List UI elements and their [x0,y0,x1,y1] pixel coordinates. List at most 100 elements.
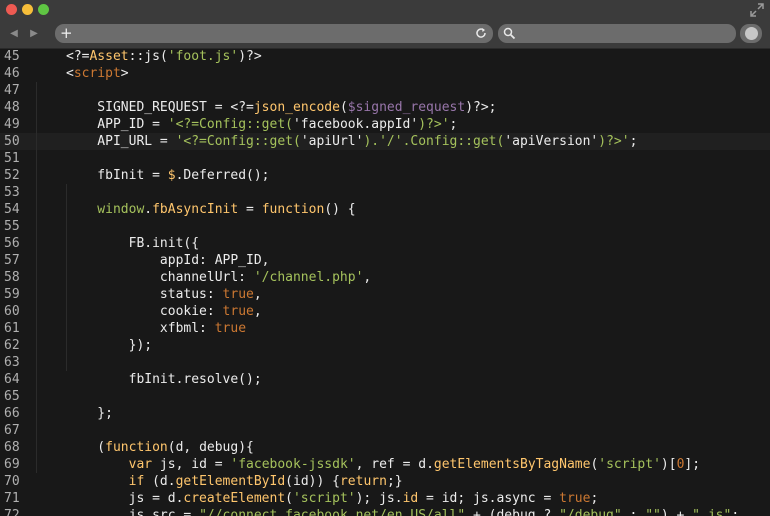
code-text: if (d.getElementById(id)) {return;} [66,473,403,490]
code-token: , ref = d. [355,457,434,472]
line-number: 70 [4,474,20,489]
code-line[interactable]: 45 <?=Asset::js('foot.js')?> [0,48,770,65]
code-line[interactable]: 51 [0,150,770,167]
code-line[interactable]: 71 js = d.createElement('script'); js.id… [0,490,770,507]
code-text: <?=Asset::js('foot.js')?> [66,48,262,65]
code-line[interactable]: 58 channelUrl: '/channel.php', [0,269,770,286]
code-token: <?= [66,49,90,64]
code-text: cookie: true, [66,303,262,320]
code-line[interactable]: 64 fbInit.resolve(); [0,371,770,388]
code-token: js = d. [66,491,184,506]
code-line[interactable]: 72 js.src = "//connect.facebook.net/en_U… [0,507,770,516]
code-token: channelUrl: [66,270,254,285]
code-token: "//connect.facebook.net/en_US/all" [199,508,466,516]
line-number: 50 [4,134,20,149]
code-line[interactable]: 66 }; [0,405,770,422]
minimize-window-button[interactable] [22,4,33,15]
code-line[interactable]: 57 appId: APP_ID, [0,252,770,269]
code-line[interactable]: 61 xfbml: true [0,320,770,337]
code-token: ; [488,100,497,115]
code-text: channelUrl: '/channel.php', [66,269,371,286]
code-token: }; [66,406,113,421]
profile-button[interactable] [740,24,762,43]
code-line[interactable]: 48 SIGNED_REQUEST = <?=json_encode($sign… [0,99,770,116]
code-line[interactable]: 62 }); [0,337,770,354]
code-token: appId: APP_ID, [66,253,270,268]
code-token: < [66,66,74,81]
code-token: 'foot.js' [167,49,239,64]
code-line[interactable]: 53 [0,184,770,201]
code-token: '<?=Config::get( [167,117,293,132]
line-number: 52 [4,168,20,183]
code-token: = [238,202,262,217]
code-token: getElementById [175,474,286,489]
code-line[interactable]: 63 [0,354,770,371]
expand-icon[interactable] [750,3,764,17]
code-line[interactable]: 55 [0,218,770,235]
code-token: js, id = [152,457,231,472]
code-line[interactable]: 60 cookie: true, [0,303,770,320]
code-token: , [363,270,372,285]
code-line[interactable]: 67 [0,422,770,439]
code-token: )[ [660,457,677,472]
code-token: , [253,287,262,302]
code-token: cookie: [66,304,223,319]
code-token: ; [449,117,458,132]
forward-button[interactable]: ▶ [24,25,44,43]
reload-icon[interactable] [475,27,487,39]
code-token: ( [66,440,106,455]
code-token: js [144,49,160,64]
code-line[interactable]: 52 fbInit = $.Deferred(); [0,167,770,184]
code-text: fbInit = $.Deferred(); [66,167,269,184]
code-line[interactable]: 69 var js, id = 'facebook-jssdk', ref = … [0,456,770,473]
code-text: <script> [66,65,129,82]
profile-icon [745,27,758,40]
code-text: }; [66,405,113,422]
code-line[interactable]: 50 API_URL = '<?=Config::get('apiUrl').'… [0,133,770,150]
code-line[interactable]: 49 APP_ID = '<?=Config::get('facebook.ap… [0,116,770,133]
search-bar[interactable] [498,24,736,43]
address-bar[interactable]: + [55,24,493,43]
code-line[interactable]: 70 if (d.getElementById(id)) {return;} [0,473,770,490]
code-line[interactable]: 56 FB.init({ [0,235,770,252]
code-line[interactable]: 54 window.fbAsyncInit = function() { [0,201,770,218]
code-token: }); [66,338,153,353]
line-number: 61 [4,321,20,336]
code-token: <?= [230,100,254,115]
code-line[interactable]: 46 <script> [0,65,770,82]
line-number: 63 [4,355,20,370]
search-icon [503,27,516,40]
code-token: . [144,202,153,217]
new-tab-button[interactable]: + [60,24,73,43]
line-number: 46 [4,66,20,81]
indent-guide [36,82,37,473]
code-token: (d, debug){ [167,440,254,455]
code-token: ).'/'.Config::get( [363,134,505,149]
code-text: }); [66,337,152,354]
close-window-button[interactable] [6,4,17,15]
code-token: Asset [89,49,129,64]
code-token: json_encode [253,100,340,115]
code-line[interactable]: 68 (function(d, debug){ [0,439,770,456]
code-token: ;} [386,474,403,489]
code-line[interactable]: 59 status: true, [0,286,770,303]
code-text: js.src = "//connect.facebook.net/en_US/a… [66,507,740,516]
line-number: 48 [4,100,20,115]
maximize-window-button[interactable] [38,4,49,15]
code-token: true [559,491,591,506]
code-token: FB.init({ [66,236,200,251]
code-line[interactable]: 65 [0,388,770,405]
code-line[interactable]: 47 [0,82,770,99]
code-token: fbAsyncInit [152,202,239,217]
title-bar [0,0,770,22]
back-button[interactable]: ◀ [4,25,24,43]
code-token: status: [66,287,223,302]
code-token: if [128,474,145,489]
line-number: 54 [4,202,20,217]
line-number: 67 [4,423,20,438]
code-editor[interactable]: 45 <?=Asset::js('foot.js')?> 46 <script> 47 4… [0,49,770,516]
code-token: "/debug" [559,508,622,516]
code-token: )?> [238,49,262,64]
code-token: :: [128,49,145,64]
code-token: )?>' [598,134,630,149]
